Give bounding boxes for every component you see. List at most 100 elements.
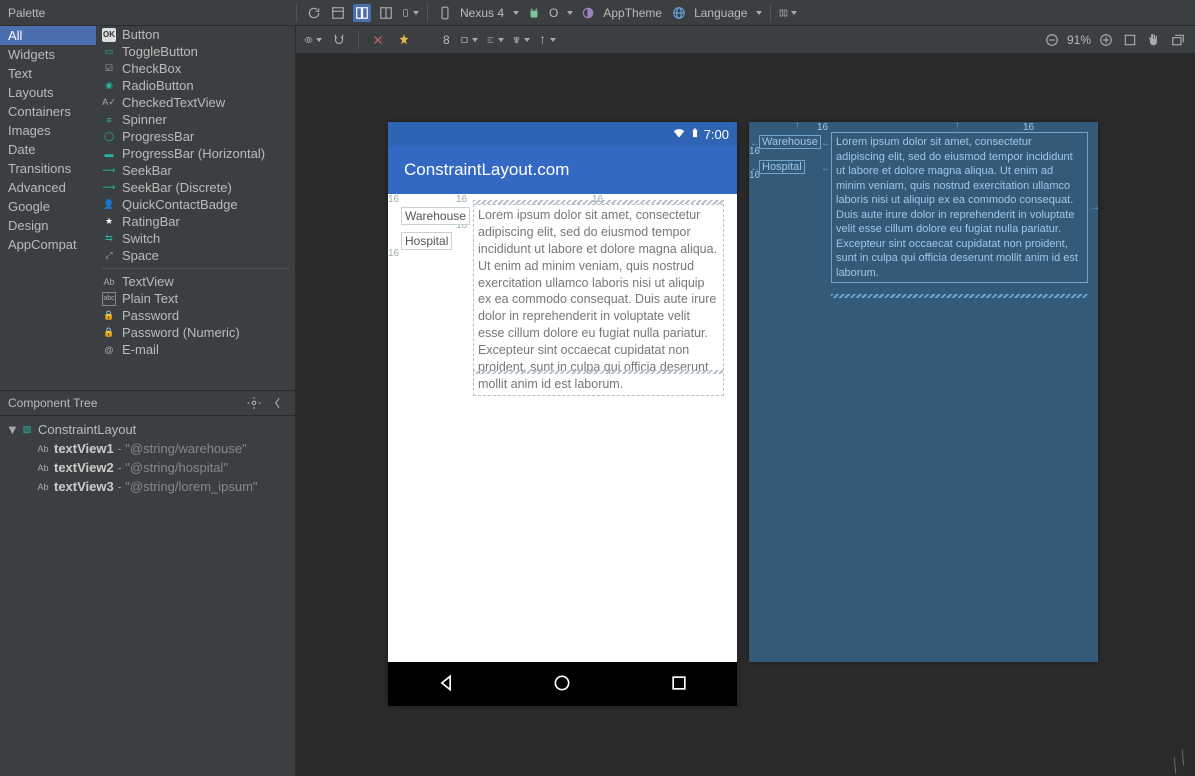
palette-widget[interactable]: ◯ProgressBar — [96, 128, 295, 145]
variants-icon[interactable] — [779, 4, 797, 22]
palette-widget[interactable]: ◉RadioButton — [96, 77, 295, 94]
home-icon[interactable] — [552, 673, 572, 696]
api-picker[interactable]: O — [525, 4, 573, 22]
collapse-icon[interactable] — [269, 394, 287, 412]
palette-widget[interactable]: A✓CheckedTextView — [96, 94, 295, 111]
widget-label: Plain Text — [122, 291, 178, 306]
palette-category[interactable]: Layouts — [0, 83, 96, 102]
refresh-icon[interactable] — [305, 4, 323, 22]
tree-item[interactable]: AbtextView3 - "@string/lorem_ipsum" — [6, 477, 289, 496]
component-tree-title: Component Tree — [8, 396, 97, 410]
margin-icon[interactable] — [460, 31, 478, 49]
expand-arrow-icon[interactable]: ▼ — [6, 422, 16, 437]
language-picker[interactable]: Language — [670, 4, 762, 22]
palette-category[interactable]: Date — [0, 140, 96, 159]
tree-root-label: ConstraintLayout — [38, 422, 136, 437]
palette-widget[interactable]: abcPlain Text — [96, 290, 295, 307]
palette-widget[interactable]: Ab TextView — [96, 273, 295, 290]
pack-icon[interactable] — [486, 31, 504, 49]
textview-lorem[interactable]: Lorem ipsum dolor sit amet, consectetur … — [473, 204, 724, 396]
palette-widget[interactable]: ▬ProgressBar (Horizontal) — [96, 145, 295, 162]
bp-textview-hospital[interactable]: Hospital — [759, 160, 805, 174]
widget-icon: ⟿ — [102, 181, 116, 195]
device-picker[interactable]: Nexus 4 — [436, 4, 519, 22]
bp-textview-lorem[interactable]: Lorem ipsum dolor sit amet, consectetur … — [831, 132, 1088, 283]
palette-widget[interactable]: ☑CheckBox — [96, 60, 295, 77]
component-tree-header: Component Tree — [0, 390, 295, 416]
recents-icon[interactable] — [669, 673, 689, 696]
palette-widget[interactable]: @E-mail — [96, 341, 295, 358]
eye-icon[interactable] — [304, 31, 322, 49]
palette-category[interactable]: Design — [0, 216, 96, 235]
palette-widget[interactable]: ▭ToggleButton — [96, 43, 295, 60]
widget-label: ToggleButton — [122, 44, 198, 59]
back-icon[interactable] — [436, 673, 456, 696]
widget-icon: ≡ — [102, 113, 116, 127]
pan-icon[interactable] — [1145, 31, 1163, 49]
palette-category[interactable]: Images — [0, 121, 96, 140]
palette-category[interactable]: Widgets — [0, 45, 96, 64]
layers-icon[interactable] — [1169, 31, 1187, 49]
palette-category-list[interactable]: AllWidgetsTextLayoutsContainersImagesDat… — [0, 26, 96, 390]
component-tree[interactable]: ▼ ▧ ConstraintLayout AbtextView1 - "@str… — [0, 416, 295, 776]
palette-widget[interactable]: 🔒Password (Numeric) — [96, 324, 295, 341]
widget-label: TextView — [122, 274, 174, 289]
palette-title: Palette — [8, 6, 45, 20]
status-bar: 7:00 — [388, 122, 737, 146]
palette-category[interactable]: All — [0, 26, 96, 45]
widget-icon: OK — [102, 28, 116, 42]
zoom-out-icon[interactable] — [1043, 31, 1061, 49]
theme-label: AppTheme — [601, 6, 664, 20]
palette-widget[interactable]: 🔒Password — [96, 307, 295, 324]
align-icon[interactable] — [512, 31, 530, 49]
widget-icon: Ab — [102, 275, 116, 289]
palette-category[interactable]: Transitions — [0, 159, 96, 178]
theme-picker[interactable]: AppTheme — [579, 4, 664, 22]
palette-widget[interactable]: ⟿SeekBar — [96, 162, 295, 179]
palette-category[interactable]: Containers — [0, 102, 96, 121]
resize-handle-icon[interactable]: ⟋⟋ — [1166, 749, 1195, 776]
zoom-in-icon[interactable] — [1097, 31, 1115, 49]
magnet-icon[interactable] — [330, 31, 348, 49]
clear-constraints-icon[interactable] — [369, 31, 387, 49]
palette-widget[interactable]: ⟿SeekBar (Discrete) — [96, 179, 295, 196]
layout-screen[interactable]: 16 16 16 16 16 Warehouse Hospital Lorem … — [388, 194, 737, 662]
orientation-icon[interactable] — [401, 4, 419, 22]
design-surface[interactable]: 7:00 ConstraintLayout.com 16 16 16 16 16… — [296, 54, 1195, 776]
design-surface-toolbar: 8 91% — [296, 26, 1195, 54]
tree-item[interactable]: AbtextView2 - "@string/hospital" — [6, 458, 289, 477]
palette-widget[interactable]: ★RatingBar — [96, 213, 295, 230]
textview-hospital[interactable]: Hospital — [401, 232, 452, 250]
palette-widget[interactable]: ⤢Space — [96, 247, 295, 264]
bp-textview-warehouse[interactable]: Warehouse — [759, 135, 821, 149]
palette-widget[interactable]: 👤QuickContactBadge — [96, 196, 295, 213]
infer-constraints-icon[interactable] — [395, 31, 413, 49]
widget-icon: ◉ — [102, 79, 116, 93]
palette-widget[interactable]: OKButton — [96, 26, 295, 43]
widget-icon: ★ — [102, 215, 116, 229]
surface-both-icon[interactable] — [353, 4, 371, 22]
nav-bar — [388, 662, 737, 706]
guideline-icon[interactable] — [538, 31, 556, 49]
gear-icon[interactable] — [245, 394, 263, 412]
palette-category[interactable]: AppCompat — [0, 235, 96, 254]
tree-item[interactable]: AbtextView1 - "@string/warehouse" — [6, 439, 289, 458]
surface-design-icon[interactable] — [329, 4, 347, 22]
widget-icon: ◯ — [102, 130, 116, 144]
palette-widget[interactable]: ≡Spinner — [96, 111, 295, 128]
palette-widget-list[interactable]: OKButton▭ToggleButton☑CheckBox◉RadioButt… — [96, 26, 295, 390]
widget-icon: ⟿ — [102, 164, 116, 178]
palette-category[interactable]: Text — [0, 64, 96, 83]
widget-icon: @ — [102, 343, 116, 357]
zoom-fit-icon[interactable] — [1121, 31, 1139, 49]
tree-root[interactable]: ▼ ▧ ConstraintLayout — [6, 420, 289, 439]
default-margin-label: 8 — [441, 33, 452, 47]
palette-category[interactable]: Advanced — [0, 178, 96, 197]
widget-label: QuickContactBadge — [122, 197, 238, 212]
palette-widget[interactable]: ⇆Switch — [96, 230, 295, 247]
surface-blueprint-icon[interactable] — [377, 4, 395, 22]
textview-warehouse[interactable]: Warehouse — [401, 207, 470, 225]
palette-category[interactable]: Google — [0, 197, 96, 216]
blueprint-preview[interactable]: 16 16 16 16 Warehouse Hospital Lorem ips… — [749, 122, 1098, 662]
design-preview[interactable]: 7:00 ConstraintLayout.com 16 16 16 16 16… — [388, 122, 737, 706]
